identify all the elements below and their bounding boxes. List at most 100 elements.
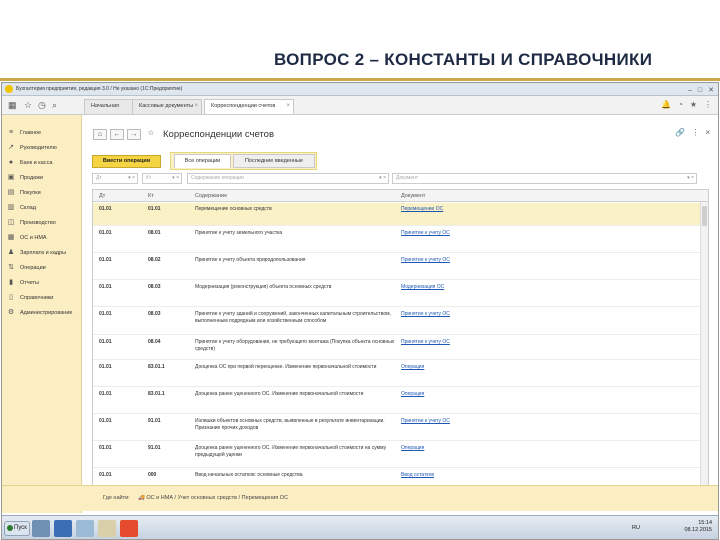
table-header: Дт Кт Содержание Документ (93, 190, 708, 202)
dt-filter-input[interactable]: Дт ▾ × (92, 173, 138, 184)
sidebar-item-admin[interactable]: ⚙ Администрирование (6, 307, 73, 319)
table-row[interactable]: 01.01 08.02 Принятие к учету объекта при… (93, 254, 702, 280)
window-title: Бухгалтерия предприятия, редакция 3.0 / … (16, 86, 183, 92)
more-icon[interactable]: ⋮ (691, 128, 699, 137)
table-row[interactable]: 01.01 91.01 Дооценка ранее уцененного ОС… (93, 442, 702, 468)
sidebar-item-main[interactable]: ≡ Главное (6, 127, 41, 139)
taskbar: Пуск RU 15:14 08.12.2015 (2, 515, 718, 539)
back-icon[interactable]: ← (110, 129, 124, 140)
scrollbar-thumb[interactable] (702, 206, 707, 226)
table-row[interactable]: 01.01 08.01 Принятие к учету земельного … (93, 227, 702, 253)
content-filter-input[interactable]: Содержание операции ▾ × (187, 173, 389, 184)
sidebar-item-sales[interactable]: ▣ Продажи (6, 172, 43, 184)
start-button[interactable]: Пуск (4, 521, 30, 536)
warehouse-icon: ▥ (7, 204, 15, 211)
window-titlebar: Бухгалтерия предприятия, редакция 3.0 / … (2, 83, 718, 96)
explorer-icon[interactable] (32, 520, 50, 537)
sidebar: ≡ Главное ↗ Руководителю ● Банк и касса ▣ Пр… (2, 115, 82, 513)
staff-icon: ♟ (7, 249, 15, 256)
sidebar-item-reports[interactable]: ▮ Отчеты (6, 277, 39, 289)
link-icon[interactable]: 🔗 (675, 128, 685, 137)
table-row[interactable]: 01.01 83.01.1 Дооценка ОС при первой пер… (93, 361, 702, 387)
dropdown-icon[interactable]: ▾ × (687, 174, 694, 183)
slide-title: ВОПРОС 2 – КОНСТАНТЫ И СПРАВОЧНИКИ (274, 50, 653, 69)
app-logo-icon (5, 85, 13, 93)
table-scrollbar[interactable] (700, 202, 708, 509)
sidebar-item-production[interactable]: ◫ Производство (6, 217, 56, 229)
favorites-icon[interactable]: ★ (690, 100, 697, 109)
tab-close-icon[interactable]: × (194, 100, 198, 113)
sidebar-item-operations[interactable]: ⇅ Операции (6, 262, 46, 274)
col-kt[interactable]: Кт (148, 190, 154, 202)
catalogs-icon: ▯ (9, 294, 13, 301)
app-screenshot: Бухгалтерия предприятия, редакция 3.0 / … (1, 82, 719, 540)
chart-icon: ↗ (8, 144, 14, 151)
sidebar-item-manager[interactable]: ↗ Руководителю (6, 142, 57, 154)
favorite-star-icon[interactable]: ☆ (144, 129, 158, 140)
sidebar-item-bank[interactable]: ● Банк и касса (6, 157, 53, 169)
history-icon[interactable]: ◷ (38, 100, 46, 111)
tab-all-operations[interactable]: Все операции (174, 154, 231, 168)
admin-icon: ⚙ (7, 309, 15, 316)
home-icon[interactable]: ⌂ (93, 129, 107, 140)
files-icon[interactable] (98, 520, 116, 537)
sidebar-item-warehouse[interactable]: ▥ Склад (6, 202, 36, 214)
form-controls: 🔗 ⋮ × (675, 128, 710, 137)
table-row[interactable]: 01.01 91.01 Излишки объектов основных ср… (93, 415, 702, 441)
purchases-icon: ▤ (7, 189, 15, 196)
operations-icon: ⇅ (8, 264, 14, 271)
network-icon[interactable] (76, 520, 94, 537)
where-to-find-panel: Где найти: 🚚 ОС и НМА / Учет основных ср… (2, 485, 718, 511)
form-nav: ⌂ ← → ☆ (93, 129, 158, 140)
notification-icon[interactable]: 🔔 (661, 100, 671, 109)
tab-close-icon[interactable]: × (286, 100, 290, 113)
dropdown-icon[interactable]: ▾ × (379, 174, 386, 183)
search-icon[interactable]: ⌕ (52, 100, 57, 111)
sidebar-item-staff[interactable]: ♟ Зарплата и кадры (6, 247, 66, 259)
apps-grid-icon[interactable]: ▦ (8, 100, 17, 111)
sidebar-item-assets[interactable]: ▦ ОС и НМА (6, 232, 47, 244)
production-icon: ◫ (7, 219, 15, 226)
history-list-icon[interactable]: ◔ (678, 100, 683, 109)
col-document[interactable]: Документ (401, 190, 425, 202)
sales-icon: ▣ (7, 174, 15, 181)
windows-orb-icon (7, 525, 13, 531)
table-row[interactable]: 01.01 08.04 Принятие к учету оборудовани… (93, 336, 702, 360)
title-divider (0, 78, 720, 81)
assets-icon: ▦ (7, 234, 15, 241)
bank-icon: ● (8, 159, 14, 166)
col-dt[interactable]: Дт (99, 190, 105, 202)
dropdown-icon[interactable]: ▾ × (128, 174, 135, 183)
tab-bar: ▦ ☆ ◷ ⌕ Начальная страница Кассовые доку… (2, 96, 718, 122)
dropdown-icon[interactable]: ▾ × (172, 174, 179, 183)
powershell-icon[interactable] (54, 520, 72, 537)
table-row[interactable]: 01.01 83.01.1 Дооценка ранее уцененного … (93, 388, 702, 414)
form-title: Корреспонденции счетов (163, 129, 274, 140)
clock[interactable]: 15:14 08.12.2015 (672, 520, 712, 534)
forward-icon[interactable]: → (127, 129, 141, 140)
menu-icon: ≡ (8, 129, 14, 136)
tab-account-correspondence[interactable]: Корреспонденции счетов × (204, 99, 294, 114)
where-to-find-path: 🚚 ОС и НМА / Учет основных средств / Пер… (138, 495, 289, 501)
sidebar-item-purchases[interactable]: ▤ Покупки (6, 187, 41, 199)
1c-app-icon[interactable] (120, 520, 138, 537)
sidebar-item-catalogs[interactable]: ▯ Справочники (6, 292, 53, 304)
tabbar-tools: 🔔 ◔ ★ ⋮ (661, 100, 712, 109)
document-filter-input[interactable]: Документ ▾ × (392, 173, 697, 184)
main-form: ⌂ ← → ☆ Корреспонденции счетов 🔗 ⋮ × Вве… (83, 115, 718, 513)
filter-row: Дт ▾ × Кт ▾ × Содержание операции ▾ × Докум… (92, 173, 708, 185)
kt-filter-input[interactable]: Кт ▾ × (142, 173, 182, 184)
star-icon[interactable]: ☆ (24, 100, 32, 111)
table-row[interactable]: 01.01 08.03 Принятие к учету зданий и со… (93, 308, 702, 335)
tab-cash-docs[interactable]: Кассовые документы × (132, 99, 202, 114)
language-indicator[interactable]: RU (632, 525, 640, 531)
col-content[interactable]: Содержание (195, 190, 227, 202)
table-row[interactable]: 01.01 01.01 Перемещение основных средств… (93, 203, 702, 226)
table-row[interactable]: 01.01 08.03 Модернизация (реконструкция)… (93, 281, 702, 307)
enter-operations-button[interactable]: Ввести операции (92, 155, 161, 168)
reports-icon: ▮ (9, 279, 13, 286)
tab-recent-operations[interactable]: Последние введенные (233, 154, 315, 168)
form-close-icon[interactable]: × (705, 128, 710, 137)
menu-dots-icon[interactable]: ⋮ (704, 100, 712, 109)
where-to-find-label: Где найти: (103, 495, 130, 501)
